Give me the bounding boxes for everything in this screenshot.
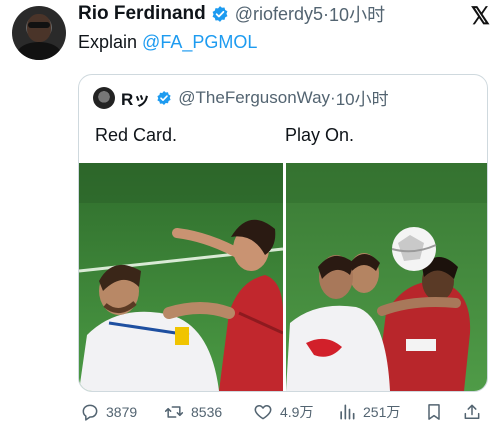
retweet-action[interactable]: 8536 — [163, 402, 222, 422]
media-image-left[interactable] — [79, 163, 283, 391]
verified-badge-icon — [212, 6, 228, 22]
quoted-tweet-time[interactable]: 10小时 — [336, 85, 389, 110]
views-count: 251万 — [363, 404, 401, 420]
tweet-header: Rio Ferdinand @rioferdy5 · 10小时 — [78, 2, 385, 26]
share-icon — [464, 404, 480, 419]
quoted-author-handle[interactable]: @TheFergusonWay — [178, 88, 330, 108]
media-image-right[interactable] — [286, 163, 487, 391]
quoted-tweet[interactable]: Rッ @TheFergusonWay · 10小时 Red Card. Play… — [78, 74, 488, 392]
like-action[interactable]: 4.9万 — [252, 402, 313, 422]
tweet-card: Rio Ferdinand @rioferdy5 · 10小时 𝕏 Explai… — [0, 0, 500, 440]
tweet-time[interactable]: 10小时 — [329, 1, 385, 27]
x-logo-icon: 𝕏 — [470, 3, 490, 30]
like-count: 4.9万 — [280, 404, 314, 420]
verified-badge-icon — [157, 90, 171, 105]
views-icon — [340, 404, 355, 420]
tweet-text: Explain @FA_PGMOL — [78, 32, 257, 53]
caption-play-on: Play On. — [285, 125, 355, 145]
tweet-text-prefix: Explain — [78, 32, 143, 52]
share-action[interactable] — [462, 402, 488, 422]
bookmark-action[interactable] — [424, 402, 450, 422]
reply-icon — [82, 404, 98, 421]
reply-count: 3879 — [106, 404, 138, 420]
quoted-author-avatar[interactable] — [93, 86, 115, 109]
heart-icon — [254, 405, 272, 420]
author-avatar[interactable] — [12, 6, 66, 60]
quoted-author-name[interactable]: Rッ — [121, 85, 150, 110]
bookmark-icon — [428, 404, 440, 420]
reply-action[interactable]: 3879 — [80, 402, 137, 422]
quoted-tweet-header: Rッ @TheFergusonWay · 10小时 — [93, 85, 389, 110]
retweet-count: 8536 — [191, 404, 223, 420]
views-action[interactable]: 251万 — [337, 402, 400, 422]
caption-red-card: Red Card. — [95, 125, 178, 145]
mention-link[interactable]: @FA_PGMOL — [142, 32, 257, 52]
author-name[interactable]: Rio Ferdinand — [78, 3, 206, 25]
author-handle[interactable]: @rioferdy5 — [235, 4, 323, 25]
quoted-media-grid — [79, 163, 487, 391]
retweet-icon — [164, 406, 184, 418]
